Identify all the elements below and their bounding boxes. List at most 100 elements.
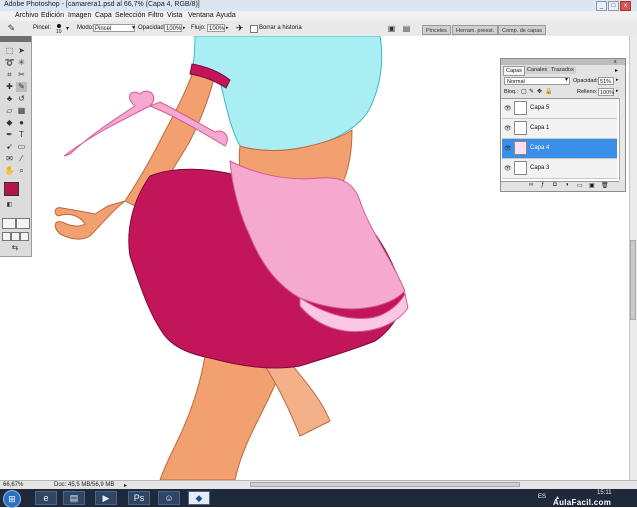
quick-mask-button[interactable] bbox=[16, 218, 30, 229]
foreground-color-swatch[interactable] bbox=[4, 182, 19, 196]
standard-mode-button[interactable] bbox=[2, 218, 16, 229]
brush-tool-icon[interactable]: ✎ bbox=[6, 23, 17, 33]
zoom-level[interactable]: 66,67% bbox=[3, 482, 23, 488]
screen-mode-2-button[interactable] bbox=[11, 232, 20, 241]
opacity-slider-icon[interactable]: ▸ bbox=[183, 25, 186, 31]
file-browser-icon[interactable]: ▤ bbox=[401, 24, 412, 34]
erase-history-checkbox[interactable] bbox=[250, 25, 258, 33]
eyedropper-icon[interactable]: ⁄ bbox=[16, 154, 27, 164]
history-brush-icon[interactable]: ↺ bbox=[16, 94, 27, 104]
lock-pixels-icon[interactable]: ✎ bbox=[529, 88, 534, 95]
delete-layer-icon[interactable]: 🗑 bbox=[601, 182, 609, 189]
vertical-scroll-thumb[interactable] bbox=[630, 240, 636, 320]
network-app-icon[interactable]: ◆ bbox=[188, 491, 210, 505]
dodge-tool-icon[interactable]: ● bbox=[16, 118, 27, 128]
brush-dropdown-icon[interactable]: ▾ bbox=[66, 25, 69, 32]
media-player-icon[interactable]: ▶ bbox=[95, 491, 117, 505]
path-selection-icon[interactable]: ➹ bbox=[4, 142, 15, 152]
layer-row-capa-3[interactable]: 👁 Capa 3 bbox=[502, 159, 617, 179]
opacity-input[interactable]: 100% bbox=[164, 24, 182, 32]
tab-capas[interactable]: Capas bbox=[503, 66, 525, 76]
flow-input[interactable]: 100% bbox=[207, 24, 225, 32]
adjustment-layer-icon[interactable]: ◑ bbox=[565, 182, 569, 188]
gradient-tool-icon[interactable]: ▦ bbox=[16, 106, 27, 116]
panel-close-icon[interactable]: x bbox=[614, 59, 617, 65]
move-tool-icon[interactable]: ➤ bbox=[16, 46, 27, 56]
palette-well-icon[interactable]: ▣ bbox=[386, 24, 397, 34]
layer-row-capa-5[interactable]: 👁 Capa 5 bbox=[502, 99, 617, 119]
maximize-button[interactable]: □ bbox=[608, 1, 619, 11]
start-orb-icon[interactable]: ⊞ bbox=[3, 490, 21, 508]
screen-mode-1-button[interactable] bbox=[2, 232, 11, 241]
menu-capa[interactable]: Capa bbox=[95, 12, 112, 19]
layer-opacity-slider-icon[interactable]: ▸ bbox=[616, 77, 619, 83]
jump-to-imageready-icon[interactable]: ⇆ bbox=[4, 243, 26, 253]
menu-vista[interactable]: Vista bbox=[167, 12, 182, 19]
lock-all-icon[interactable]: 🔒 bbox=[545, 88, 552, 95]
visibility-eye-icon[interactable]: 👁 bbox=[504, 145, 512, 152]
visibility-eye-icon[interactable]: 👁 bbox=[504, 125, 512, 132]
blur-tool-icon[interactable]: ◆ bbox=[4, 118, 15, 128]
layer-row-capa-4[interactable]: 👁 Capa 4 bbox=[502, 139, 617, 159]
menu-edicion[interactable]: Edición bbox=[41, 12, 64, 19]
screen-mode-3-button[interactable] bbox=[20, 232, 29, 241]
photoshop-taskbar-icon[interactable]: Ps bbox=[128, 491, 150, 505]
fill-slider-icon[interactable]: ▸ bbox=[616, 88, 619, 94]
blend-mode-select[interactable]: Normal bbox=[504, 77, 570, 85]
tab-herram-preest[interactable]: Herram. preest. bbox=[452, 25, 499, 35]
visibility-eye-icon[interactable]: 👁 bbox=[504, 105, 512, 112]
notes-tool-icon[interactable]: ✉ bbox=[4, 154, 15, 164]
airbrush-icon[interactable]: ✈ bbox=[236, 23, 244, 34]
link-layers-icon[interactable]: ∞ bbox=[529, 182, 533, 188]
flow-slider-icon[interactable]: ▸ bbox=[226, 25, 229, 31]
marquee-tool-icon[interactable]: ⬚ bbox=[4, 46, 15, 56]
messenger-icon[interactable]: ☺ bbox=[158, 491, 180, 505]
eraser-tool-icon[interactable]: ▱ bbox=[4, 106, 15, 116]
type-tool-icon[interactable]: T bbox=[16, 130, 27, 140]
zoom-tool-icon[interactable]: ⌕ bbox=[16, 166, 27, 176]
internet-explorer-icon[interactable]: e bbox=[35, 491, 57, 505]
clone-stamp-icon[interactable]: ♣ bbox=[4, 94, 15, 104]
close-button[interactable]: x bbox=[620, 1, 631, 11]
clock[interactable]: 15:11 bbox=[597, 490, 612, 496]
layer-mask-icon[interactable]: ◘ bbox=[553, 182, 557, 188]
shape-tool-icon[interactable]: ▭ bbox=[16, 142, 27, 152]
panel-menu-icon[interactable]: ▸ bbox=[615, 67, 618, 74]
menu-archivo[interactable]: Archivo bbox=[15, 12, 38, 19]
lock-transparency-icon[interactable]: ▢ bbox=[521, 88, 527, 95]
mode-select[interactable]: Pincel bbox=[93, 24, 135, 32]
menu-ayuda[interactable]: Ayuda bbox=[216, 12, 236, 19]
menu-imagen[interactable]: Imagen bbox=[68, 12, 91, 19]
horizontal-scrollbar[interactable] bbox=[250, 482, 520, 487]
new-group-icon[interactable]: ▭ bbox=[577, 182, 583, 189]
tab-pinceles[interactable]: Pinceles bbox=[422, 25, 451, 35]
fill-input[interactable]: 100% bbox=[598, 88, 614, 96]
tab-canales[interactable]: Canales bbox=[525, 66, 550, 74]
menu-ventana[interactable]: Ventana bbox=[188, 12, 214, 19]
magic-wand-icon[interactable]: ✳ bbox=[16, 58, 27, 68]
lasso-tool-icon[interactable]: ➰ bbox=[4, 58, 15, 68]
language-indicator[interactable]: ES bbox=[538, 494, 546, 500]
tab-comp-de-capas[interactable]: Comp. de capas bbox=[498, 25, 547, 35]
brush-tool-icon-active[interactable]: ✎ bbox=[16, 82, 27, 92]
crop-tool-icon[interactable]: ⌗ bbox=[4, 70, 15, 80]
menu-seleccion[interactable]: Selección bbox=[115, 12, 145, 19]
minimize-button[interactable]: _ bbox=[596, 1, 607, 11]
new-layer-icon[interactable]: ▣ bbox=[589, 182, 595, 189]
tab-trazados[interactable]: Trazados bbox=[549, 66, 576, 74]
status-menu-icon[interactable]: ▸ bbox=[124, 482, 127, 489]
layer-style-icon[interactable]: ƒ bbox=[541, 182, 544, 188]
healing-brush-icon[interactable]: ✚ bbox=[4, 82, 15, 92]
pen-tool-icon[interactable]: ✒ bbox=[4, 130, 15, 140]
slice-tool-icon[interactable]: ✂ bbox=[16, 70, 27, 80]
visibility-eye-icon[interactable]: 👁 bbox=[504, 165, 512, 172]
menu-filtro[interactable]: Filtro bbox=[148, 12, 164, 19]
lock-position-icon[interactable]: ✥ bbox=[537, 88, 542, 95]
file-explorer-icon[interactable]: ▤ bbox=[63, 491, 85, 505]
default-colors-icon[interactable]: ◧ bbox=[4, 200, 15, 210]
layers-scrollbar[interactable] bbox=[619, 98, 625, 180]
hand-tool-icon[interactable]: ✋ bbox=[4, 166, 15, 176]
blend-mode-chevron-down-icon: ▼ bbox=[564, 77, 569, 83]
layer-opacity-input[interactable]: 51% bbox=[598, 77, 614, 85]
layer-row-capa-1[interactable]: 👁 Capa 1 bbox=[502, 119, 617, 139]
